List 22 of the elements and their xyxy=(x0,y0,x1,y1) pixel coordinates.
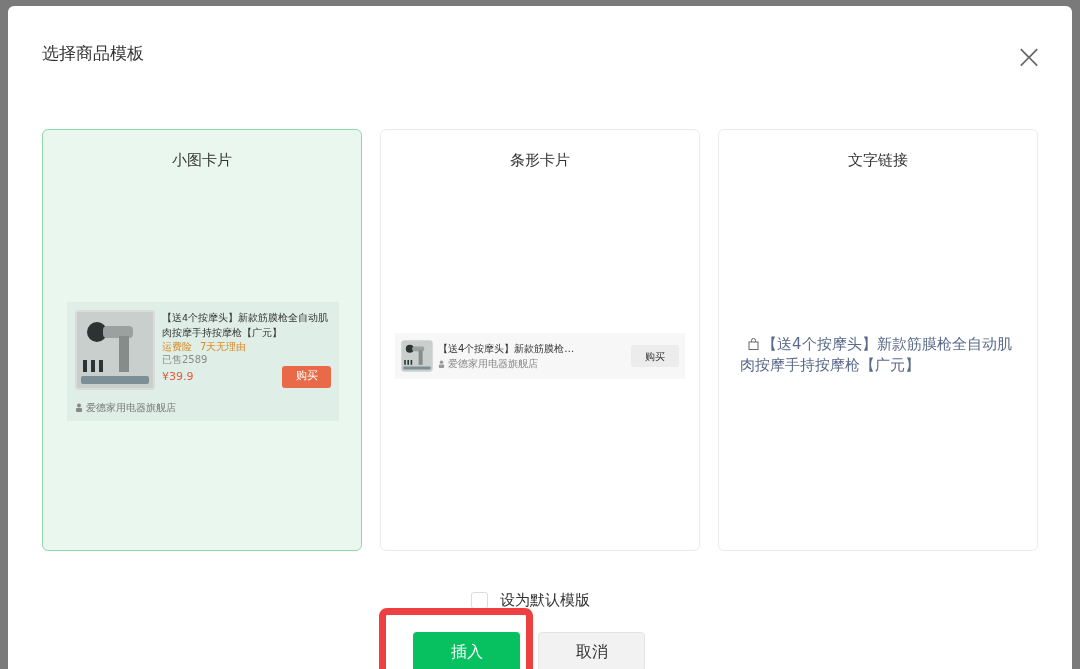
sold-count: 已售2589 xyxy=(162,352,209,366)
dialog-title: 选择商品模板 xyxy=(42,42,144,64)
product-tag: 7天无理由 xyxy=(200,339,247,353)
product-link[interactable]: 【送4个按摩头】新款筋膜枪全自动肌肉按摩手持按摩枪【广元】 xyxy=(740,334,1016,376)
close-button[interactable]: × xyxy=(1016,42,1042,70)
template-card[interactable]: 文字链接 【送4个按摩头】新款筋膜枪全自动肌肉按摩手持按摩枪【广元】 xyxy=(718,129,1038,551)
checkbox-label: 设为默认模版 xyxy=(499,590,590,611)
product-title: 【送4个按摩头】新款筋膜枪… xyxy=(438,342,576,356)
template-card[interactable]: 小图卡片 【送4个按摩头】新款筋膜枪全自动肌肉按摩手持按摩枪【广元】 运费险 7天无理由 已售2589 ¥39.9 购买 爱德家用电器旗舰店 xyxy=(42,129,362,551)
card-title: 文字链接 xyxy=(848,150,908,170)
template-card[interactable]: 条形卡片 【送4个按摩头】新款筋膜枪… 爱德家用电器旗舰店 购买 xyxy=(380,129,700,551)
product-tag: 运费险 xyxy=(162,339,192,353)
cancel-button[interactable]: 取消 xyxy=(538,631,645,669)
store-name: 爱德家用电器旗舰店 xyxy=(448,357,538,371)
checkbox[interactable] xyxy=(470,591,488,609)
bag-icon xyxy=(748,338,759,350)
product-title: 【送4个按摩头】新款筋膜枪全自动肌肉按摩手持按摩枪【广元】 xyxy=(162,310,330,340)
buy-button[interactable]: 购买 xyxy=(631,345,679,367)
price: ¥39.9 xyxy=(162,369,194,385)
card-title: 小图卡片 xyxy=(172,150,232,170)
card-title: 条形卡片 xyxy=(510,150,570,170)
store-name: 爱德家用电器旗舰店 xyxy=(86,400,176,415)
